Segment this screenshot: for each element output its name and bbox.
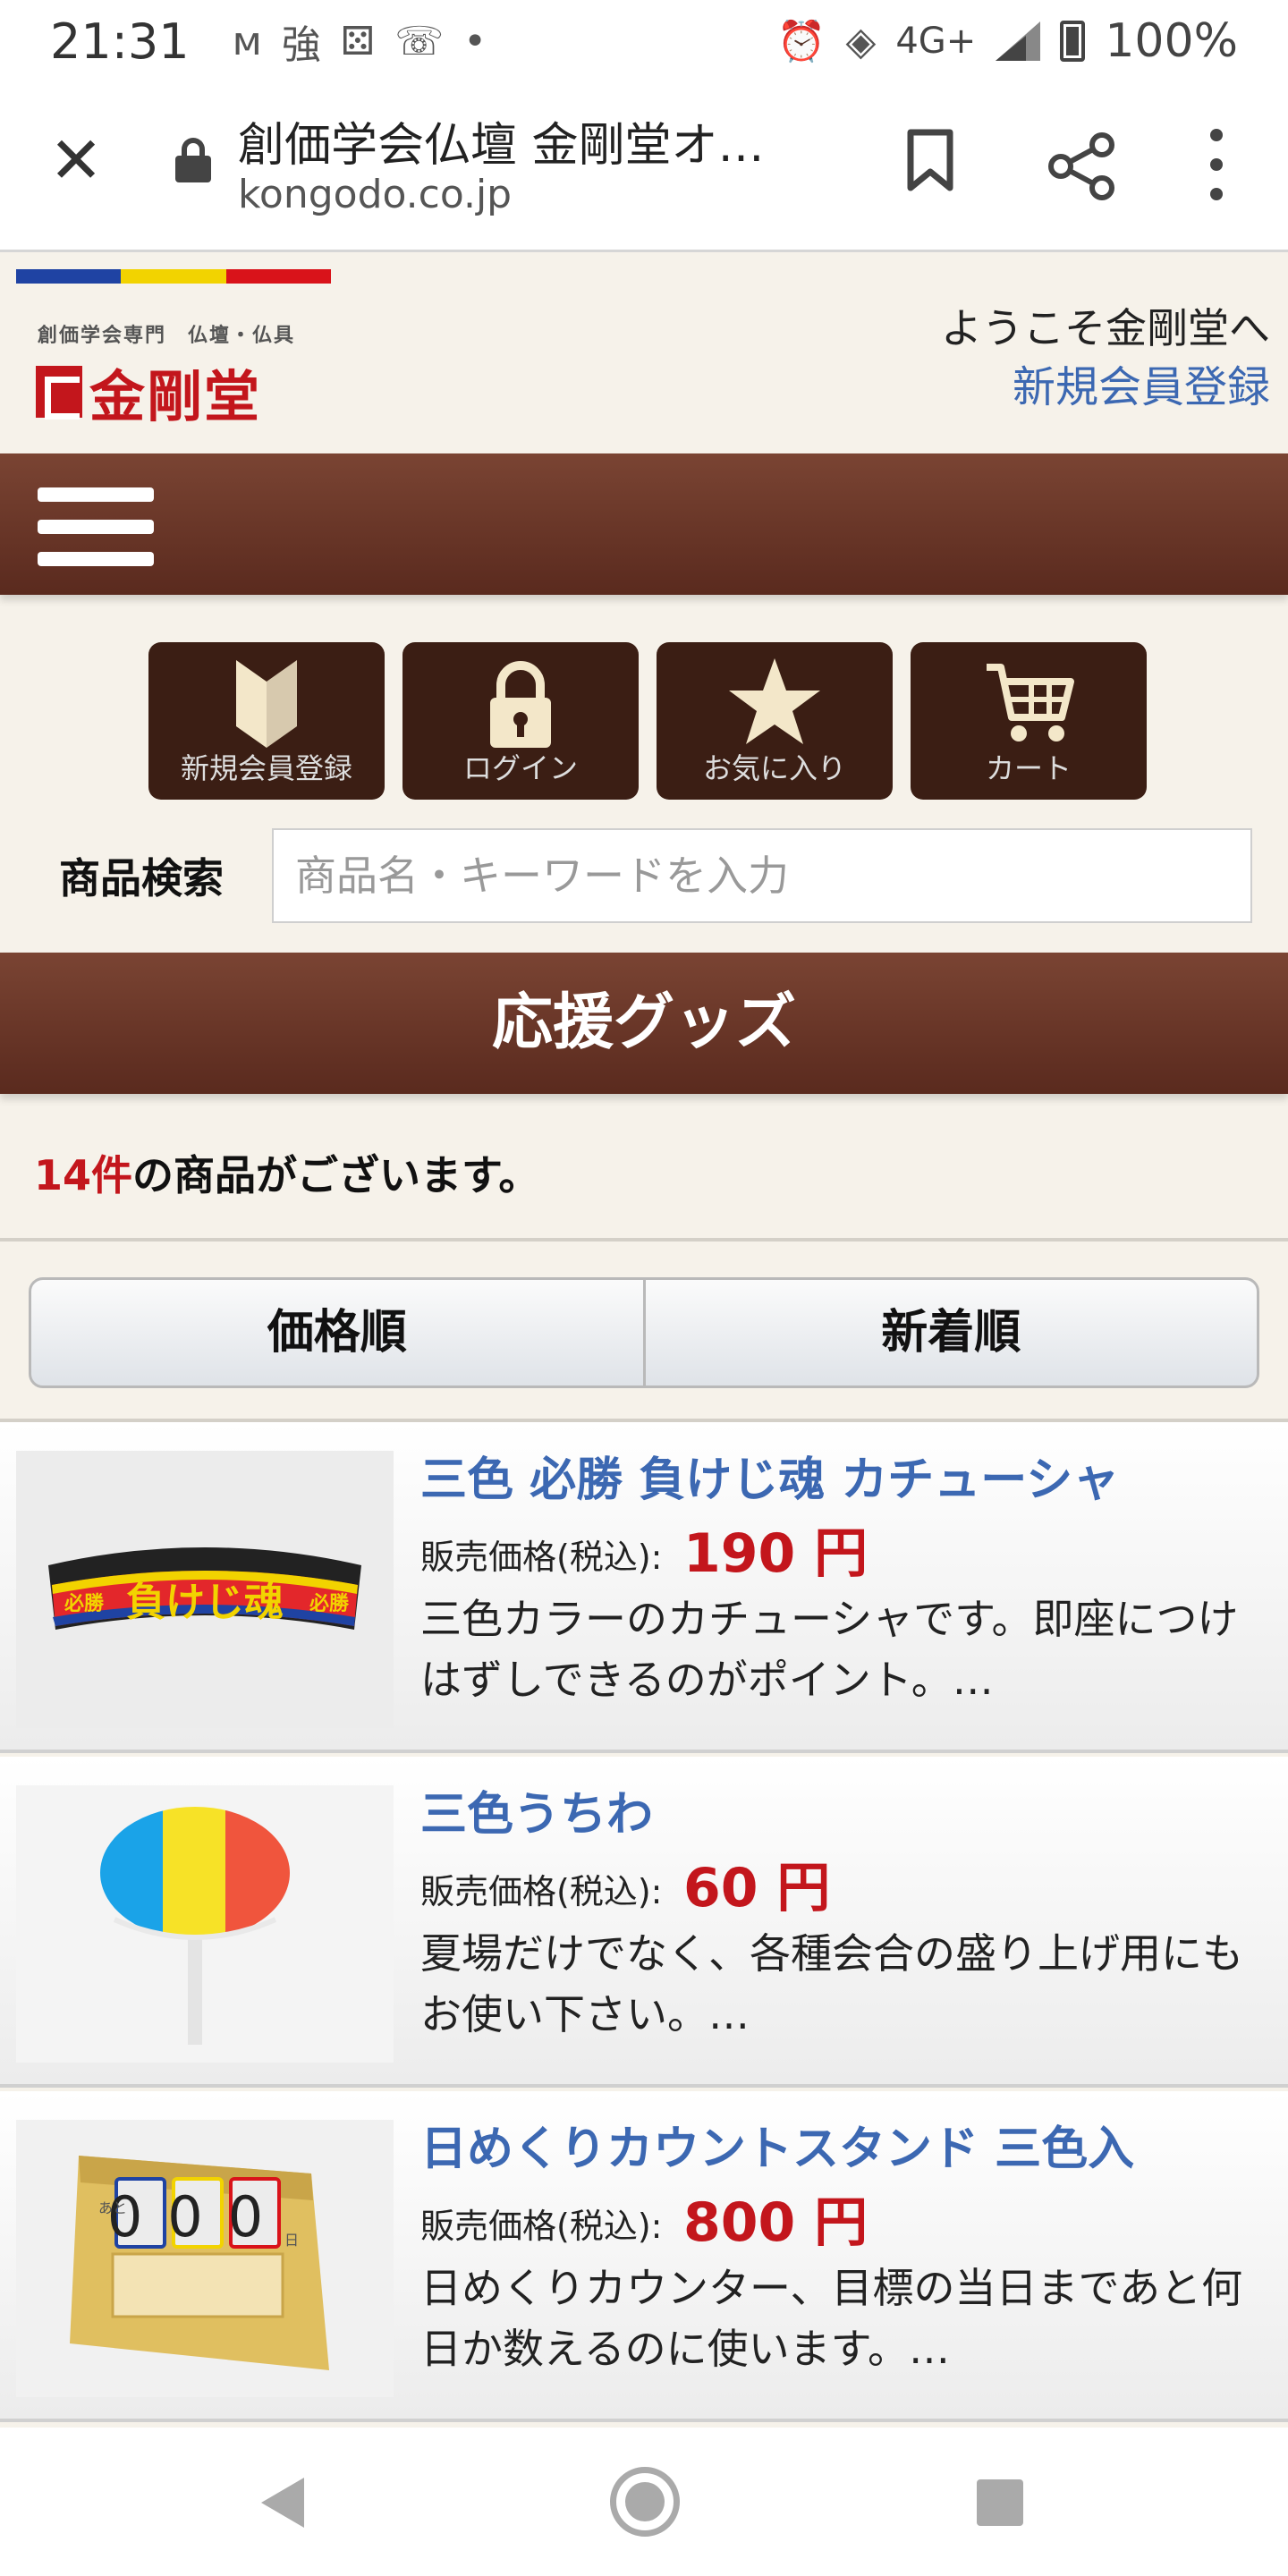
network-type: 4G+ — [895, 21, 977, 62]
status-notification-icons: ᴍ 強 ⚄ ☏ • — [233, 13, 487, 70]
logo-mark-icon — [36, 366, 82, 419]
search-label: 商品検索 — [59, 854, 224, 902]
count-stand-illustration: 000 あと 日 — [16, 2120, 394, 2397]
page-title[interactable]: 創価学会仏壇 金剛堂オ… — [238, 107, 828, 174]
fan-illustration — [16, 1785, 394, 2063]
login-button-label: ログイン — [462, 751, 578, 785]
sort-section: 価格順 新着順 — [0, 1241, 1288, 1420]
sort-buttons: 価格順 新着順 — [29, 1277, 1259, 1388]
signal-strength-text: 強 — [281, 22, 321, 68]
cart-icon — [987, 664, 1074, 741]
wifi-calling-icon: ☏ — [394, 18, 445, 64]
product-item[interactable]: 負けじ魂 必勝 必勝 三色 必勝 負けじ魂 カチューシャ 販売価格(税込): 1… — [0, 1422, 1288, 1753]
product-image-count-stand[interactable]: 000 あと 日 — [16, 2120, 394, 2397]
browser-toolbar: ✕ 創価学会仏壇 金剛堂オ… kongodo.co.jp — [0, 82, 1288, 252]
product-price: 800 円 — [683, 2191, 869, 2254]
product-description: 日めくりカウンター、目標の当日まであと何日か数えるのに使います。… — [420, 2264, 1243, 2373]
site-logo[interactable]: 金剛堂 — [36, 352, 261, 432]
counter-digits: 000 — [107, 2184, 288, 2250]
signup-button[interactable]: 新規会員登録 — [148, 642, 385, 800]
favorites-button[interactable]: お気に入り — [657, 642, 893, 800]
favorites-button-label: お気に入り — [702, 751, 846, 785]
logo-text: 金剛堂 — [89, 364, 262, 429]
system-navigation-bar — [0, 2428, 1288, 2576]
product-image-headband[interactable]: 負けじ魂 必勝 必勝 — [16, 1451, 394, 1728]
share-icon[interactable] — [1048, 132, 1116, 200]
welcome-text: ようこそ金剛堂へ — [941, 304, 1270, 352]
signup-link[interactable]: 新規会員登録 — [1013, 352, 1270, 414]
product-name[interactable]: 三色 必勝 負けじ魂 カチューシャ — [420, 1442, 1119, 1509]
cart-button-label: カート — [985, 751, 1072, 785]
dice-icon: ⚄ — [340, 18, 376, 64]
product-description: 三色カラーのカチューシャです。即座につけはずしできるのがポイント。… — [420, 1595, 1239, 1704]
recent-apps-icon[interactable] — [977, 2479, 1023, 2526]
counter-prefix: あと — [98, 2199, 127, 2216]
product-item[interactable]: 000 あと 日 日めくりカウントスタンド 三色入 販売価格(税込): 800 … — [0, 2091, 1288, 2422]
status-bar: 21:31 ᴍ 強 ⚄ ☏ • ⏰ ◈ 4G+ 100% — [0, 0, 1288, 82]
star-icon — [729, 658, 820, 744]
menu-bar — [0, 453, 1288, 595]
product-item[interactable]: 三色うちわ 販売価格(税込): 60 円 夏場だけでなく、各種会合の盛り上げ用に… — [0, 1757, 1288, 2088]
wifi-icon: ◈ — [845, 18, 877, 64]
product-price: 60 円 — [683, 1857, 831, 1919]
lock-icon — [490, 661, 551, 748]
battery-icon — [1060, 21, 1086, 62]
result-count: 14件の商品がございます。 — [34, 1143, 539, 1202]
status-system-icons: ⏰ ◈ 4G+ 100% — [777, 14, 1238, 68]
status-time: 21:31 — [50, 13, 190, 70]
headband-illustration: 負けじ魂 必勝 必勝 — [16, 1451, 394, 1728]
search-input[interactable] — [272, 828, 1252, 923]
headband-print-text: 負けじ魂 — [126, 1580, 284, 1625]
sort-by-newest-button[interactable]: 新着順 — [642, 1280, 1258, 1385]
lock-icon[interactable] — [175, 138, 211, 182]
alarm-icon: ⏰ — [776, 19, 826, 64]
counter-suffix: 日 — [284, 2232, 299, 2249]
bookmark-icon[interactable] — [905, 129, 955, 191]
cell-signal-icon — [996, 21, 1041, 61]
product-price: 190 円 — [683, 1522, 869, 1585]
more-icon[interactable] — [1199, 129, 1234, 200]
product-name[interactable]: 日めくりカウントスタンド 三色入 — [420, 2111, 1134, 2178]
price-label: 販売価格(税込): — [420, 2207, 663, 2246]
cart-button[interactable]: カート — [911, 642, 1147, 800]
logo-subtitle[interactable]: 創価学会専門 仏壇・仏具 — [38, 319, 295, 348]
app-notification-icon: ᴍ — [232, 18, 262, 64]
result-count-suffix: の商品がございます。 — [132, 1151, 540, 1199]
product-image-fan[interactable] — [16, 1785, 394, 2063]
beginner-mark-icon — [236, 660, 297, 748]
sort-by-price-button[interactable]: 価格順 — [31, 1280, 643, 1385]
stripe-red — [225, 269, 331, 284]
battery-percent: 100% — [1105, 14, 1238, 68]
back-icon[interactable] — [261, 2478, 304, 2528]
product-description: 夏場だけでなく、各種会合の盛り上げ用にもお使い下さい。… — [420, 1929, 1243, 2038]
price-label: 販売価格(税込): — [420, 1538, 663, 1577]
product-name[interactable]: 三色うちわ — [420, 1776, 653, 1843]
stripe-blue — [16, 269, 122, 284]
login-button[interactable]: ログイン — [402, 642, 639, 800]
page-url[interactable]: kongodo.co.jp — [238, 172, 512, 217]
result-count-number: 14件 — [34, 1151, 133, 1199]
signup-button-label: 新規会員登録 — [180, 751, 352, 785]
dot-icon: • — [463, 18, 487, 64]
tricolor-stripe — [16, 269, 331, 284]
close-icon[interactable]: ✕ — [45, 128, 107, 192]
stripe-yellow — [121, 269, 226, 284]
headband-print-side: 必勝 — [64, 1592, 105, 1615]
headband-print-side: 必勝 — [309, 1592, 350, 1615]
price-label: 販売価格(税込): — [420, 1872, 663, 1911]
site-header: 創価学会専門 仏壇・仏具 金剛堂 ようこそ金剛堂へ 新規会員登録 — [0, 255, 1288, 453]
home-icon[interactable] — [610, 2467, 680, 2537]
category-title: 応援グッズ — [0, 953, 1288, 1094]
quick-buttons: 新規会員登録 ログイン お気に入り カート — [148, 642, 1147, 800]
hamburger-menu-icon[interactable] — [38, 487, 154, 566]
